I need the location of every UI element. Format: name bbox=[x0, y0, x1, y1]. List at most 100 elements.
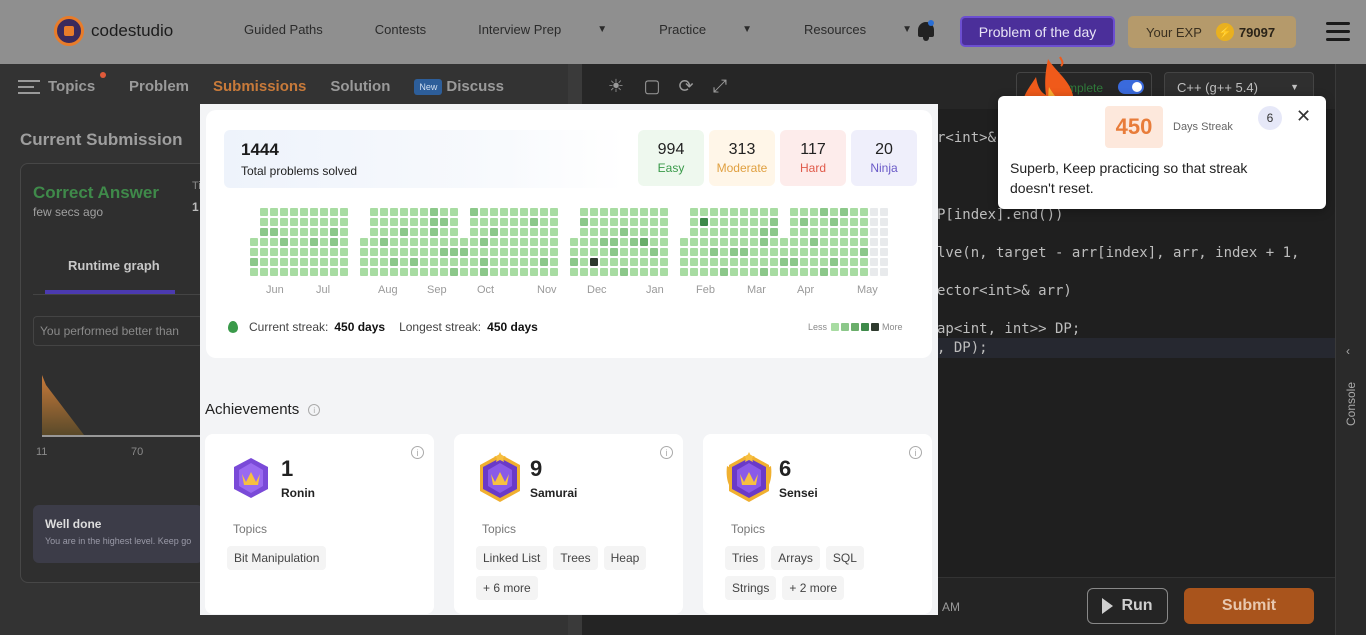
heatmap-cell[interactable] bbox=[400, 238, 408, 246]
heatmap-cell[interactable] bbox=[310, 268, 318, 276]
heatmap-cell[interactable] bbox=[370, 228, 378, 236]
heatmap-cell[interactable] bbox=[510, 248, 518, 256]
heatmap-cell[interactable] bbox=[860, 228, 868, 236]
heatmap-cell[interactable] bbox=[270, 228, 278, 236]
heatmap-cell[interactable] bbox=[700, 268, 708, 276]
heatmap-cell[interactable] bbox=[530, 218, 538, 226]
heatmap-cell[interactable] bbox=[370, 248, 378, 256]
heatmap-cell[interactable] bbox=[700, 218, 708, 226]
heatmap-cell[interactable] bbox=[490, 208, 498, 216]
heatmap-cell[interactable] bbox=[750, 228, 758, 236]
heatmap-cell[interactable] bbox=[550, 268, 558, 276]
heatmap-cell[interactable] bbox=[640, 238, 648, 246]
heatmap-cell[interactable] bbox=[320, 208, 328, 216]
heatmap-cell[interactable] bbox=[580, 208, 588, 216]
heatmap-cell[interactable] bbox=[580, 218, 588, 226]
heatmap-cell[interactable] bbox=[320, 268, 328, 276]
heatmap-cell[interactable] bbox=[700, 238, 708, 246]
heatmap-cell[interactable] bbox=[490, 248, 498, 256]
heatmap-cell[interactable] bbox=[850, 208, 858, 216]
heatmap-cell[interactable] bbox=[830, 218, 838, 226]
heatmap-cell[interactable] bbox=[830, 208, 838, 216]
heatmap-cell[interactable] bbox=[690, 208, 698, 216]
heatmap-cell[interactable] bbox=[310, 258, 318, 266]
heatmap-cell[interactable] bbox=[600, 238, 608, 246]
heatmap-cell[interactable] bbox=[250, 248, 258, 256]
code-line[interactable]: ector<int>& arr) bbox=[937, 283, 1072, 299]
heatmap-cell[interactable] bbox=[650, 248, 658, 256]
info-icon[interactable]: i bbox=[909, 446, 922, 459]
heatmap-cell[interactable] bbox=[870, 238, 878, 246]
heatmap-cell[interactable] bbox=[570, 238, 578, 246]
heatmap-cell[interactable] bbox=[590, 218, 598, 226]
toggle-switch[interactable] bbox=[1118, 80, 1144, 94]
heatmap-cell[interactable] bbox=[500, 248, 508, 256]
heatmap-cell[interactable] bbox=[460, 238, 468, 246]
heatmap-cell[interactable] bbox=[840, 218, 848, 226]
heatmap-cell[interactable] bbox=[830, 258, 838, 266]
heatmap-cell[interactable] bbox=[610, 228, 618, 236]
heatmap-cell[interactable] bbox=[470, 238, 478, 246]
heatmap-cell[interactable] bbox=[830, 268, 838, 276]
heatmap-cell[interactable] bbox=[320, 228, 328, 236]
heatmap-cell[interactable] bbox=[590, 268, 598, 276]
heatmap-cell[interactable] bbox=[580, 248, 588, 256]
heatmap-cell[interactable] bbox=[310, 248, 318, 256]
heatmap-cell[interactable] bbox=[800, 258, 808, 266]
topic-chip[interactable]: Heap bbox=[603, 546, 647, 570]
heatmap-cell[interactable] bbox=[630, 248, 638, 256]
heatmap-cell[interactable] bbox=[830, 248, 838, 256]
save-icon[interactable]: ▢ bbox=[641, 76, 663, 98]
heatmap-cell[interactable] bbox=[490, 228, 498, 236]
heatmap-cell[interactable] bbox=[550, 248, 558, 256]
heatmap-cell[interactable] bbox=[520, 228, 528, 236]
heatmap-cell[interactable] bbox=[540, 208, 548, 216]
heatmap-cell[interactable] bbox=[360, 238, 368, 246]
heatmap-cell[interactable] bbox=[610, 208, 618, 216]
heatmap-cell[interactable] bbox=[380, 238, 388, 246]
heatmap-cell[interactable] bbox=[260, 238, 268, 246]
heatmap-cell[interactable] bbox=[500, 268, 508, 276]
heatmap-cell[interactable] bbox=[480, 228, 488, 236]
topic-chip[interactable]: + 2 more bbox=[782, 576, 845, 600]
heatmap-cell[interactable] bbox=[330, 258, 338, 266]
heatmap-cell[interactable] bbox=[250, 238, 258, 246]
heatmap-cell[interactable] bbox=[880, 258, 888, 266]
heatmap-cell[interactable] bbox=[480, 248, 488, 256]
heatmap-cell[interactable] bbox=[550, 238, 558, 246]
heatmap-cell[interactable] bbox=[790, 258, 798, 266]
heatmap-cell[interactable] bbox=[440, 258, 448, 266]
heatmap-cell[interactable] bbox=[630, 268, 638, 276]
heatmap-cell[interactable] bbox=[550, 218, 558, 226]
heatmap-cell[interactable] bbox=[530, 208, 538, 216]
heatmap-cell[interactable] bbox=[810, 208, 818, 216]
heatmap-cell[interactable] bbox=[810, 228, 818, 236]
nav-item-interview-prep[interactable]: Interview Prep ▼ bbox=[478, 22, 633, 37]
heatmap-cell[interactable] bbox=[470, 218, 478, 226]
heatmap-cell[interactable] bbox=[280, 248, 288, 256]
heatmap-cell[interactable] bbox=[450, 258, 458, 266]
heatmap-cell[interactable] bbox=[410, 248, 418, 256]
heatmap-cell[interactable] bbox=[710, 238, 718, 246]
tab-submissions[interactable]: Submissions bbox=[213, 78, 306, 95]
heatmap-cell[interactable] bbox=[680, 238, 688, 246]
heatmap-cell[interactable] bbox=[310, 238, 318, 246]
heatmap-cell[interactable] bbox=[520, 238, 528, 246]
heatmap-cell[interactable] bbox=[430, 238, 438, 246]
heatmap-cell[interactable] bbox=[380, 208, 388, 216]
heatmap-cell[interactable] bbox=[820, 228, 828, 236]
heatmap-cell[interactable] bbox=[400, 228, 408, 236]
heatmap-cell[interactable] bbox=[840, 228, 848, 236]
heatmap-cell[interactable] bbox=[700, 258, 708, 266]
heatmap-cell[interactable] bbox=[470, 268, 478, 276]
heatmap-cell[interactable] bbox=[730, 248, 738, 256]
heatmap-cell[interactable] bbox=[520, 268, 528, 276]
heatmap-cell[interactable] bbox=[530, 238, 538, 246]
heatmap-cell[interactable] bbox=[750, 258, 758, 266]
heatmap-cell[interactable] bbox=[610, 268, 618, 276]
heatmap-cell[interactable] bbox=[750, 268, 758, 276]
heatmap-cell[interactable] bbox=[260, 248, 268, 256]
heatmap-cell[interactable] bbox=[410, 228, 418, 236]
heatmap-cell[interactable] bbox=[870, 208, 878, 216]
tab-problem[interactable]: Problem bbox=[129, 78, 189, 95]
